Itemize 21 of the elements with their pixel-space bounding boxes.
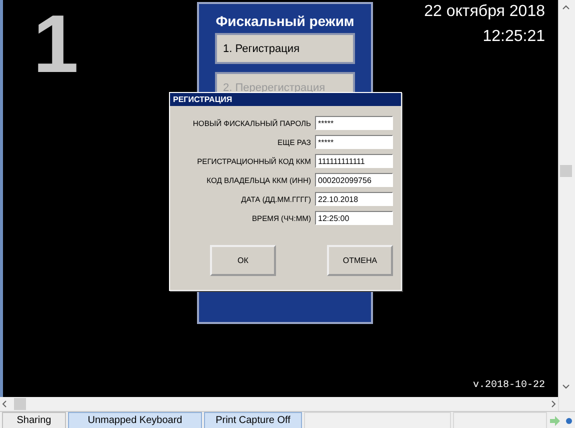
dialog-button[interactable]: ОК (210, 245, 276, 276)
version-text: v.2018-10-22 (472, 380, 545, 391)
menu-button[interactable]: 1. Регистрация (215, 33, 355, 64)
status-panel[interactable]: Unmapped Keyboard (68, 412, 202, 428)
screen-number: 1 (33, 4, 79, 86)
dialog-button[interactable]: ОТМЕНА (327, 245, 393, 276)
status-panel[interactable]: Sharing (2, 412, 66, 428)
time-text: 12:25:21 (482, 28, 545, 46)
input-field[interactable]: 12:25:00 (315, 211, 393, 225)
menu-title: Фискальный режим (216, 13, 354, 29)
dialog-title: РЕГИСТРАЦИЯ (170, 93, 401, 106)
dot-icon (565, 416, 573, 424)
input-field[interactable]: ***** (315, 135, 393, 149)
input-field[interactable]: ***** (315, 116, 393, 130)
date-text: 22 октября 2018 (424, 3, 545, 21)
input-field[interactable]: 111111111111 (315, 154, 393, 168)
status-panel[interactable]: Print Capture Off (204, 412, 302, 428)
input-field[interactable]: 22.10.2018 (315, 192, 393, 206)
scrollbar-thumb[interactable] (14, 398, 26, 410)
scrollbar-thumb[interactable] (560, 165, 572, 177)
input-field[interactable]: 000202099756 (315, 173, 393, 187)
